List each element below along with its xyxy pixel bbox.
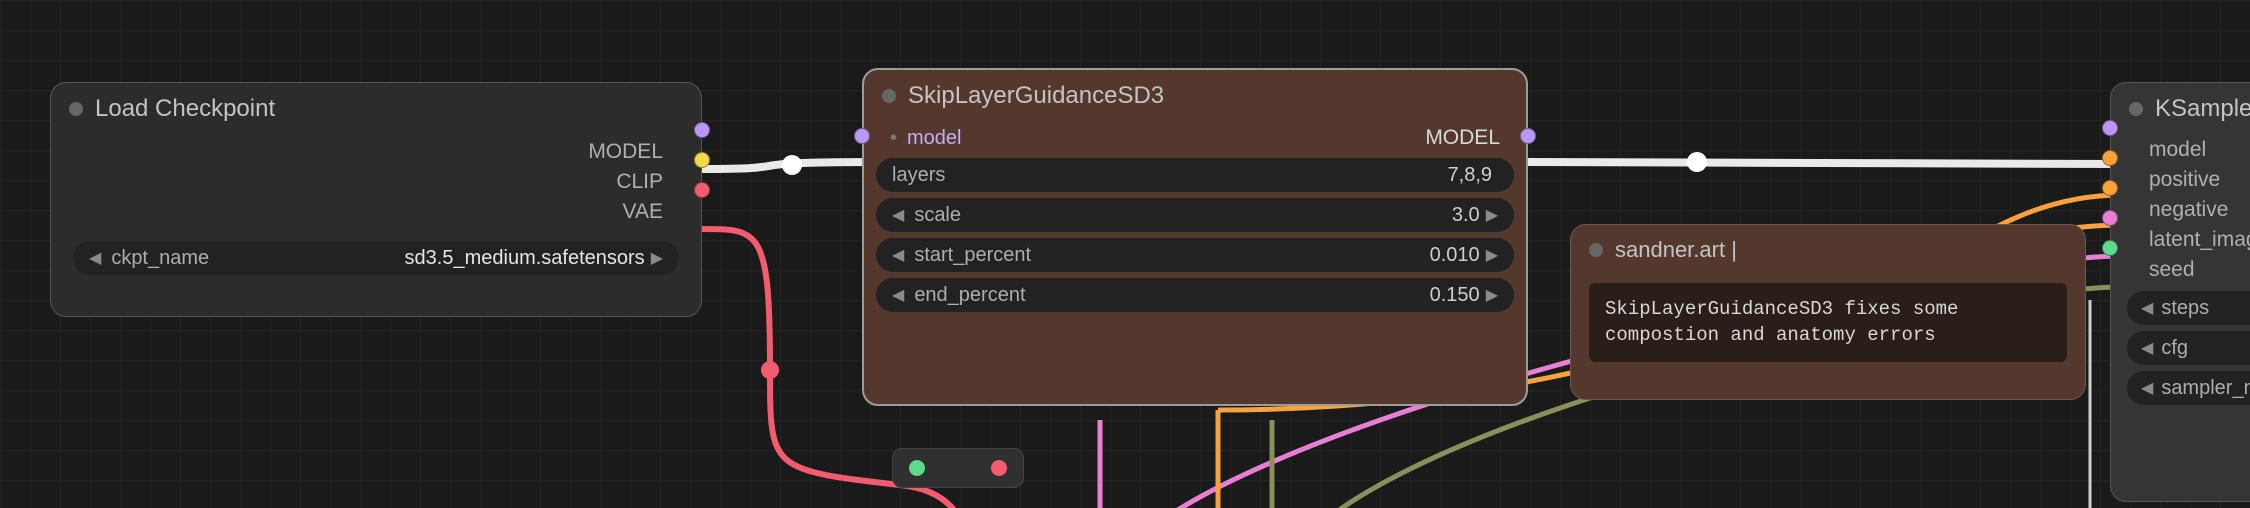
widget-label: scale (914, 204, 961, 227)
input-negative[interactable]: negative (2121, 195, 2250, 225)
collapse-dot-icon[interactable] (1589, 243, 1603, 257)
end-percent-widget[interactable]: end_percent 0.150 (876, 278, 1514, 312)
port-model-icon[interactable] (2102, 120, 2118, 136)
reroute-node[interactable] (892, 448, 1024, 488)
note-text[interactable]: SkipLayerGuidanceSD3 fixes some composti… (1589, 283, 2067, 362)
increment-icon[interactable] (1486, 245, 1498, 265)
node-title-text: sandner.art | (1615, 237, 1737, 263)
input-label: negative (2149, 198, 2228, 222)
node-title[interactable]: KSampler (2111, 83, 2250, 133)
port-seed-icon[interactable] (2102, 240, 2118, 256)
widget-label: ckpt_name (111, 247, 209, 270)
decrement-icon[interactable] (892, 285, 904, 305)
widget-label: layers (892, 164, 945, 187)
node-skip-layer-guidance[interactable]: SkipLayerGuidanceSD3 model MODEL layers … (862, 68, 1528, 406)
decrement-icon[interactable] (892, 245, 904, 265)
widget-value: 0.150 (1026, 284, 1486, 307)
node-load-checkpoint[interactable]: Load Checkpoint MODEL CLIP VAE ckpt_name… (50, 82, 702, 317)
widget-value: 3.0 (961, 204, 1486, 227)
widget-value: 0.010 (1031, 244, 1486, 267)
collapse-dot-icon[interactable] (69, 102, 83, 116)
layers-widget[interactable]: layers 7,8,9 (876, 158, 1514, 192)
steps-widget[interactable]: steps (2127, 291, 2250, 325)
node-ksampler[interactable]: KSampler model positive negative latent_… (2110, 82, 2250, 502)
input-model[interactable]: model (2121, 135, 2250, 165)
cfg-widget[interactable]: cfg (2127, 331, 2250, 365)
increment-icon[interactable] (1486, 205, 1498, 225)
prev-icon[interactable] (89, 248, 101, 268)
node-title-text: SkipLayerGuidanceSD3 (908, 82, 1164, 110)
output-label: MODEL (588, 140, 663, 164)
start-percent-widget[interactable]: start_percent 0.010 (876, 238, 1514, 272)
port-latent-icon[interactable] (2102, 210, 2118, 226)
port-model-in-icon[interactable] (854, 128, 870, 144)
input-seed[interactable]: seed (2121, 255, 2250, 285)
node-title[interactable]: sandner.art | (1571, 225, 2085, 273)
node-title-text: KSampler (2155, 95, 2250, 123)
output-model-label: MODEL (1425, 126, 1500, 149)
input-model-label: model (890, 127, 962, 149)
widget-value: 7,8,9 (945, 164, 1498, 187)
input-label: positive (2149, 168, 2220, 192)
increment-icon[interactable] (1486, 285, 1498, 305)
node-title[interactable]: Load Checkpoint (51, 83, 701, 133)
decrement-icon[interactable] (2141, 338, 2153, 358)
node-title-text: Load Checkpoint (95, 95, 275, 123)
port-clip-icon[interactable] (694, 152, 710, 168)
input-positive[interactable]: positive (2121, 165, 2250, 195)
widget-label: start_percent (914, 244, 1031, 267)
input-latent-image[interactable]: latent_image (2121, 225, 2250, 255)
widget-label: steps (2161, 297, 2209, 320)
output-label: CLIP (616, 170, 663, 194)
port-model-icon[interactable] (694, 122, 710, 138)
port-vae-icon[interactable] (694, 182, 710, 198)
output-label: VAE (623, 200, 663, 224)
widget-label: cfg (2161, 337, 2188, 360)
decrement-icon[interactable] (2141, 298, 2153, 318)
output-vae[interactable]: VAE (61, 197, 691, 227)
input-label: model (2149, 138, 2206, 162)
port-cond-icon[interactable] (2102, 150, 2118, 166)
next-icon[interactable] (651, 248, 663, 268)
widget-label: end_percent (914, 284, 1025, 307)
widget-label: sampler_name (2161, 377, 2250, 400)
sampler-name-widget[interactable]: sampler_name (2127, 371, 2250, 405)
prev-icon[interactable] (2141, 378, 2153, 398)
node-title[interactable]: SkipLayerGuidanceSD3 (864, 70, 1526, 120)
collapse-dot-icon[interactable] (2129, 102, 2143, 116)
node-note[interactable]: sandner.art | SkipLayerGuidanceSD3 fixes… (1570, 224, 2086, 400)
port-model-out-icon[interactable] (1520, 128, 1536, 144)
output-model[interactable]: MODEL (61, 137, 691, 167)
widget-value: sd3.5_medium.safetensors (209, 247, 651, 270)
ckpt-name-widget[interactable]: ckpt_name sd3.5_medium.safetensors (73, 241, 679, 275)
input-label: latent_image (2149, 228, 2250, 252)
port-out-icon[interactable] (991, 460, 1007, 476)
output-clip[interactable]: CLIP (61, 167, 691, 197)
input-label: seed (2149, 258, 2195, 282)
scale-widget[interactable]: scale 3.0 (876, 198, 1514, 232)
port-in-icon[interactable] (909, 460, 925, 476)
port-cond-icon[interactable] (2102, 180, 2118, 196)
decrement-icon[interactable] (892, 205, 904, 225)
collapse-dot-icon[interactable] (882, 89, 896, 103)
